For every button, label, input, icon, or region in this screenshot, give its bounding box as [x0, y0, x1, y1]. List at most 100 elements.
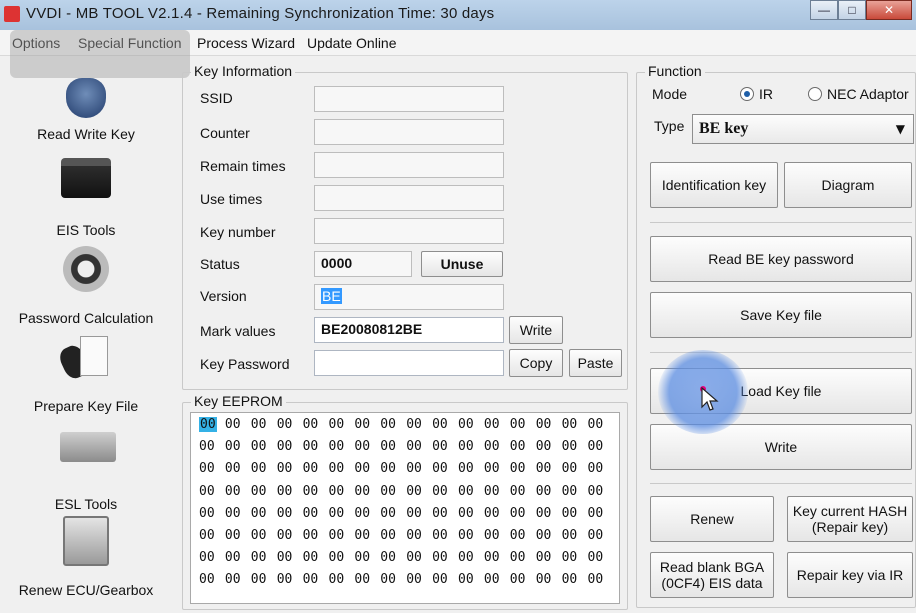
eeprom-byte[interactable]: 00 — [406, 528, 422, 543]
eeprom-byte[interactable]: 00 — [458, 439, 474, 454]
menu-process-wizard[interactable]: Process Wizard — [197, 35, 295, 51]
eeprom-byte[interactable]: 00 — [380, 417, 396, 432]
eeprom-byte[interactable]: 00 — [354, 417, 370, 432]
key-current-hash-button[interactable]: Key current HASH (Repair key) — [787, 496, 913, 542]
eeprom-byte[interactable]: 00 — [406, 550, 422, 565]
eeprom-byte[interactable]: 00 — [432, 550, 448, 565]
eeprom-byte[interactable]: 00 — [510, 528, 526, 543]
eeprom-byte[interactable]: 00 — [432, 461, 448, 476]
eeprom-byte[interactable]: 00 — [354, 439, 370, 454]
eeprom-byte[interactable]: 00 — [303, 528, 319, 543]
unuse-button[interactable]: Unuse — [421, 251, 503, 277]
eeprom-byte[interactable]: 00 — [484, 506, 500, 521]
use-times-field[interactable] — [314, 185, 504, 211]
eeprom-byte[interactable]: 00 — [277, 550, 293, 565]
eeprom-byte[interactable]: 00 — [380, 506, 396, 521]
eeprom-byte[interactable]: 00 — [562, 550, 578, 565]
eeprom-byte[interactable]: 00 — [562, 528, 578, 543]
eeprom-byte[interactable]: 00 — [510, 506, 526, 521]
eeprom-byte[interactable]: 00 — [432, 439, 448, 454]
eeprom-byte[interactable]: 00 — [225, 506, 241, 521]
eeprom-byte[interactable]: 00 — [510, 484, 526, 499]
eeprom-byte[interactable]: 00 — [354, 528, 370, 543]
eeprom-byte[interactable]: 00 — [458, 417, 474, 432]
eeprom-byte[interactable]: 00 — [484, 484, 500, 499]
eeprom-byte[interactable]: 00 — [225, 528, 241, 543]
eeprom-byte[interactable]: 00 — [562, 417, 578, 432]
eeprom-byte[interactable]: 00 — [199, 417, 217, 432]
eeprom-byte[interactable]: 00 — [588, 484, 604, 499]
eeprom-byte[interactable]: 00 — [329, 461, 345, 476]
type-select[interactable]: BE key ▼ — [692, 114, 914, 144]
eeprom-byte[interactable]: 00 — [251, 461, 267, 476]
eeprom-byte[interactable]: 00 — [354, 550, 370, 565]
mark-write-button[interactable]: Write — [509, 316, 563, 344]
eeprom-byte[interactable]: 00 — [303, 484, 319, 499]
eeprom-byte[interactable]: 00 — [510, 461, 526, 476]
eeprom-byte[interactable]: 00 — [354, 572, 370, 587]
eeprom-byte[interactable]: 00 — [199, 484, 215, 499]
eeprom-byte[interactable]: 00 — [225, 484, 241, 499]
eeprom-byte[interactable]: 00 — [484, 550, 500, 565]
eeprom-byte[interactable]: 00 — [458, 572, 474, 587]
sidebar-item-prepare-key-file[interactable]: Prepare Key File — [6, 334, 166, 414]
paste-button[interactable]: Paste — [569, 349, 622, 377]
eeprom-byte[interactable]: 00 — [432, 417, 448, 432]
save-key-file-button[interactable]: Save Key file — [650, 292, 912, 338]
eeprom-byte[interactable]: 00 — [458, 506, 474, 521]
eeprom-byte[interactable]: 00 — [406, 506, 422, 521]
eeprom-byte[interactable]: 00 — [329, 484, 345, 499]
remain-times-field[interactable] — [314, 152, 504, 178]
ssid-field[interactable] — [314, 86, 504, 112]
eeprom-byte[interactable]: 00 — [251, 417, 267, 432]
eeprom-byte[interactable]: 00 — [225, 439, 241, 454]
eeprom-byte[interactable]: 00 — [588, 550, 604, 565]
eeprom-byte[interactable]: 00 — [303, 550, 319, 565]
eeprom-hex-grid[interactable]: 00 00 00 00 00 00 00 00 00 00 00 00 00 00 00 00 00 00 00 00… — [190, 412, 620, 604]
eeprom-byte[interactable]: 00 — [354, 484, 370, 499]
counter-field[interactable] — [314, 119, 504, 145]
eeprom-byte[interactable]: 00 — [277, 439, 293, 454]
eeprom-byte[interactable]: 00 — [380, 528, 396, 543]
eeprom-byte[interactable]: 00 — [251, 528, 267, 543]
eeprom-byte[interactable]: 00 — [432, 484, 448, 499]
eeprom-byte[interactable]: 00 — [484, 439, 500, 454]
eeprom-byte[interactable]: 00 — [329, 417, 345, 432]
eeprom-byte[interactable]: 00 — [406, 484, 422, 499]
renew-button[interactable]: Renew — [650, 496, 774, 542]
eeprom-byte[interactable]: 00 — [225, 417, 241, 432]
eeprom-byte[interactable]: 00 — [588, 439, 604, 454]
eeprom-byte[interactable]: 00 — [588, 506, 604, 521]
sidebar-item-eis-tools[interactable]: EIS Tools — [6, 154, 166, 238]
eeprom-byte[interactable]: 00 — [588, 528, 604, 543]
eeprom-byte[interactable]: 00 — [251, 550, 267, 565]
eeprom-byte[interactable]: 00 — [251, 572, 267, 587]
eeprom-byte[interactable]: 00 — [562, 484, 578, 499]
minimize-button[interactable]: — — [810, 0, 838, 20]
eeprom-byte[interactable]: 00 — [510, 439, 526, 454]
diagram-button[interactable]: Diagram — [784, 162, 912, 208]
eeprom-byte[interactable]: 00 — [277, 506, 293, 521]
copy-button[interactable]: Copy — [509, 349, 563, 377]
eeprom-byte[interactable]: 00 — [510, 550, 526, 565]
eeprom-byte[interactable]: 00 — [277, 572, 293, 587]
eeprom-byte[interactable]: 00 — [303, 439, 319, 454]
mode-ir-radio[interactable] — [740, 87, 754, 101]
eeprom-byte[interactable]: 00 — [406, 572, 422, 587]
eeprom-byte[interactable]: 00 — [562, 439, 578, 454]
maximize-button[interactable]: □ — [838, 0, 866, 20]
eeprom-byte[interactable]: 00 — [536, 461, 552, 476]
eeprom-byte[interactable]: 00 — [380, 439, 396, 454]
eeprom-byte[interactable]: 00 — [380, 484, 396, 499]
sidebar-item-esl-tools[interactable]: ESL Tools — [6, 424, 166, 512]
eeprom-byte[interactable]: 00 — [562, 461, 578, 476]
eeprom-byte[interactable]: 00 — [432, 506, 448, 521]
eeprom-byte[interactable]: 00 — [251, 506, 267, 521]
sidebar-item-password-calculation[interactable]: Password Calculation — [6, 244, 166, 326]
repair-key-via-ir-button[interactable]: Repair key via IR — [787, 552, 913, 598]
eeprom-byte[interactable]: 00 — [588, 461, 604, 476]
eeprom-byte[interactable]: 00 — [277, 484, 293, 499]
eeprom-byte[interactable]: 00 — [225, 550, 241, 565]
key-password-field[interactable] — [314, 350, 504, 376]
eeprom-byte[interactable]: 00 — [225, 572, 241, 587]
